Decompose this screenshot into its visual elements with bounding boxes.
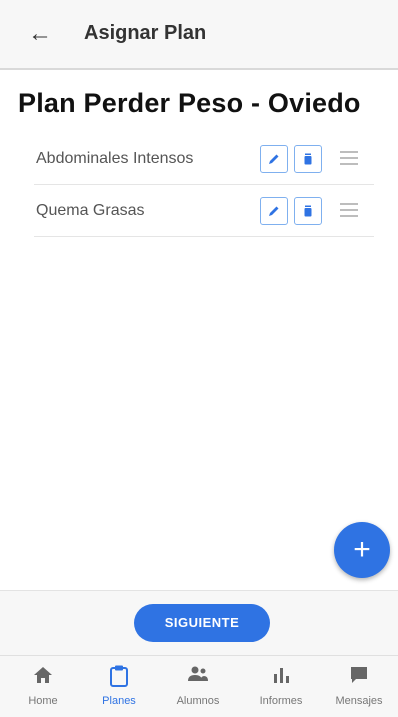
nav-item-alumnos[interactable]: Alumnos bbox=[163, 656, 233, 717]
students-icon bbox=[188, 666, 208, 681]
nav-item-home[interactable]: Home bbox=[8, 656, 78, 717]
delete-button[interactable] bbox=[294, 145, 322, 173]
app-bar: ← Asignar Plan bbox=[0, 0, 398, 70]
bar-chart-icon bbox=[274, 668, 289, 683]
add-icon: + bbox=[353, 533, 371, 566]
routine-name: Quema Grasas bbox=[36, 202, 145, 219]
drag-handle-icon[interactable] bbox=[340, 203, 358, 217]
edit-icon bbox=[269, 154, 279, 164]
nav-item-planes[interactable]: Planes bbox=[84, 656, 154, 717]
add-button[interactable]: + bbox=[334, 522, 390, 578]
app-bar-title: Asignar Plan bbox=[84, 22, 207, 44]
edit-button[interactable] bbox=[260, 145, 288, 173]
nav-label: Home bbox=[28, 695, 58, 707]
nav-item-mensajes[interactable]: Mensajes bbox=[324, 656, 394, 717]
delete-icon bbox=[304, 205, 312, 217]
drag-handle-icon[interactable] bbox=[340, 151, 358, 165]
routine-name: Abdominales Intensos bbox=[36, 150, 194, 167]
edit-button[interactable] bbox=[260, 197, 288, 225]
page-title: Plan Perder Peso - Oviedo bbox=[18, 88, 361, 118]
delete-icon bbox=[304, 153, 312, 165]
nav-label: Informes bbox=[259, 695, 303, 707]
edit-icon bbox=[269, 206, 279, 216]
nav-label: Mensajes bbox=[335, 695, 383, 707]
delete-button[interactable] bbox=[294, 197, 322, 225]
arrow-back-icon[interactable]: ← bbox=[26, 20, 54, 48]
chat-icon bbox=[351, 667, 367, 683]
nav-label: Planes bbox=[102, 695, 136, 707]
clipboard-icon bbox=[110, 665, 128, 687]
list-item: Quema Grasas bbox=[34, 185, 374, 237]
list-item: Abdominales Intensos bbox=[34, 133, 374, 185]
nav-label: Alumnos bbox=[176, 695, 220, 707]
bottom-nav: Home Planes Alumnos Informes Mensajes bbox=[0, 655, 398, 717]
routine-list: Abdominales Intensos Quema Grasas bbox=[34, 133, 374, 237]
nav-item-informes[interactable]: Informes bbox=[246, 656, 316, 717]
home-icon bbox=[34, 667, 52, 683]
next-button[interactable]: SIGUIENTE bbox=[134, 604, 270, 642]
